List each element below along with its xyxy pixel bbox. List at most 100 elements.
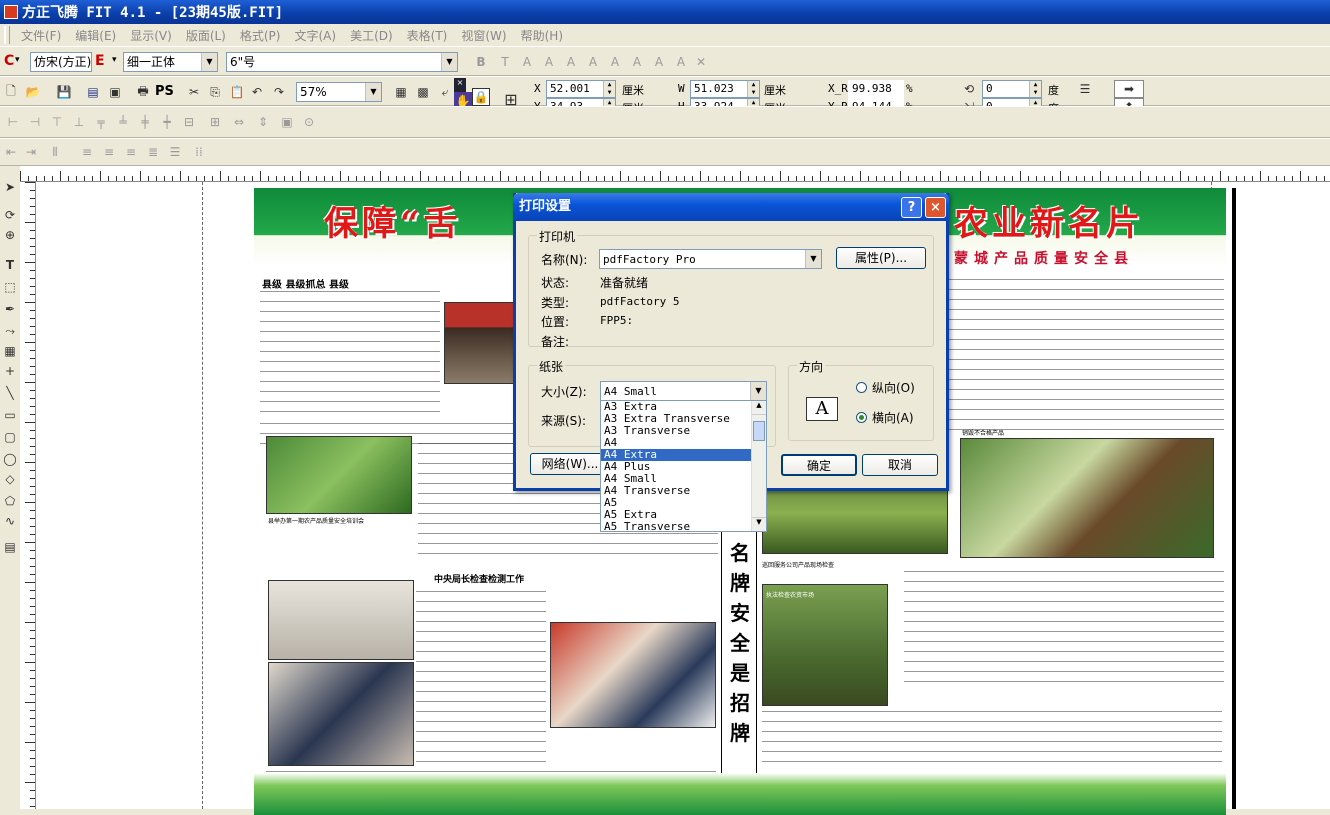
box-text-icon[interactable]: A: [672, 53, 690, 71]
menu-table[interactable]: 表格(T): [400, 27, 455, 44]
redo-icon[interactable]: ↷: [270, 83, 288, 101]
spinner-icon[interactable]: ▲▼: [603, 81, 615, 97]
subscript-icon[interactable]: A: [606, 53, 624, 71]
bold-icon[interactable]: B: [472, 53, 490, 71]
photo-lab[interactable]: [268, 580, 414, 660]
size-w-icon[interactable]: ⇔: [230, 113, 248, 131]
scroll-thumb[interactable]: [753, 421, 765, 441]
properties-button[interactable]: 属性(P)...: [836, 247, 926, 269]
lock-icon[interactable]: ⊙: [300, 113, 318, 131]
new-file-icon[interactable]: 🗋: [2, 83, 20, 101]
xr-field[interactable]: 99.938: [848, 80, 904, 98]
menu-help[interactable]: 帮助(H): [514, 27, 570, 44]
italic-icon[interactable]: T: [496, 53, 514, 71]
horizontal-ruler[interactable]: [20, 166, 1330, 182]
align-bottom-icon[interactable]: ╧: [114, 113, 132, 131]
anchor-lock-icon[interactable]: 🔒: [472, 88, 490, 106]
photo-destruction[interactable]: [960, 438, 1214, 558]
para-right-icon[interactable]: ≡: [100, 143, 118, 161]
group-icon[interactable]: ▣: [278, 113, 296, 131]
spinner-icon[interactable]: ▲▼: [747, 81, 759, 97]
para-left-icon[interactable]: ≡: [78, 143, 96, 161]
menu-layout[interactable]: 版面(L): [179, 27, 233, 44]
copy-icon[interactable]: ⎘: [206, 83, 224, 101]
portrait-radio[interactable]: [856, 382, 867, 393]
distribute-v-icon[interactable]: ┿: [158, 113, 176, 131]
cancel-button[interactable]: 取消: [862, 454, 938, 476]
rounded-rect-tool-icon[interactable]: ▢: [1, 428, 19, 446]
landscape-label[interactable]: 横向(A): [872, 409, 914, 426]
emphasis-icon[interactable]: A: [650, 53, 668, 71]
polygon-tool-icon[interactable]: ⬠: [1, 492, 19, 510]
help-button[interactable]: ?: [901, 197, 922, 218]
menu-text[interactable]: 文字(A): [287, 27, 343, 44]
align-icon[interactable]: ☰: [1076, 80, 1094, 98]
menu-window[interactable]: 视窗(W): [454, 27, 513, 44]
para-grid-icon[interactable]: ⁞⁞: [190, 143, 208, 161]
space-v-icon[interactable]: ⊞: [206, 113, 224, 131]
grid-icon[interactable]: ▦: [392, 83, 410, 101]
x-field[interactable]: 52.001 ▲ ▼: [546, 80, 616, 98]
w-field[interactable]: 51.023 ▲ ▼: [690, 80, 760, 98]
menu-art[interactable]: 美工(D): [343, 27, 400, 44]
chinese-font-select[interactable]: 仿宋(方正): [30, 52, 92, 72]
photo-field-check[interactable]: [762, 584, 888, 706]
vertical-ruler[interactable]: [20, 182, 36, 809]
paper-size-dropdown-list[interactable]: A3 Extra A3 Extra Transverse A3 Transverse…: [600, 400, 767, 532]
font-size-select[interactable]: 6"号 ▼: [226, 52, 458, 72]
outline-icon[interactable]: A: [518, 53, 536, 71]
select-arrow-icon[interactable]: ➤: [1, 178, 19, 196]
zoom-tool-icon[interactable]: ⊕: [1, 226, 19, 244]
dropdown-arrow-icon[interactable]: ▼: [750, 382, 766, 400]
outdent-icon[interactable]: ⇥: [22, 143, 40, 161]
table-tool-icon[interactable]: ▦: [1, 342, 19, 360]
dropdown-arrow-icon[interactable]: ▼: [441, 53, 457, 71]
photo-inspection[interactable]: [550, 622, 716, 728]
line-tool-icon[interactable]: ╲: [1, 384, 19, 402]
align-center-icon[interactable]: ⊣: [26, 113, 44, 131]
print-setup-dialog[interactable]: 打印设置 ? × 打印机 名称(N): pdfFactory Pro ▼ 属性(P…: [513, 193, 949, 532]
link-tool-icon[interactable]: ⬚: [1, 278, 19, 296]
clear-format-icon[interactable]: ✕: [692, 53, 710, 71]
english-font-select[interactable]: 细一正体 ▼: [123, 52, 218, 72]
cut-icon[interactable]: ✂: [185, 83, 203, 101]
align-top-icon[interactable]: ⊥: [70, 113, 88, 131]
underline-icon[interactable]: A: [628, 53, 646, 71]
para-distribute-icon[interactable]: ☰: [166, 143, 184, 161]
chevron-down-icon[interactable]: ▾: [112, 55, 117, 65]
ps-output-button[interactable]: PS: [155, 84, 174, 99]
rotate-field[interactable]: 0 ▲ ▼: [982, 80, 1042, 98]
crosshair-icon[interactable]: +: [1, 362, 19, 380]
menu-view[interactable]: 显示(V): [123, 27, 179, 44]
list-scrollbar[interactable]: ▲ ▼: [751, 401, 766, 531]
photo-tea-field[interactable]: [266, 436, 412, 514]
distribute-h-icon[interactable]: ╪: [136, 113, 154, 131]
shadow-icon[interactable]: A: [540, 53, 558, 71]
align-middle-icon[interactable]: ╤: [92, 113, 110, 131]
menu-format[interactable]: 格式(P): [233, 27, 288, 44]
size-h-icon[interactable]: ⇕: [254, 113, 272, 131]
close-button[interactable]: ×: [925, 197, 946, 218]
chevron-down-icon[interactable]: ▾: [15, 55, 20, 65]
print-icon[interactable]: 🖶: [134, 83, 152, 101]
rotate-tool-icon[interactable]: ⟳: [1, 206, 19, 224]
image-import-icon[interactable]: ▣: [106, 83, 124, 101]
undo-icon[interactable]: ↶: [248, 83, 266, 101]
table-grid-icon[interactable]: ▤: [1, 538, 19, 556]
align-left-icon[interactable]: ⊢: [4, 113, 22, 131]
pen-tool-icon[interactable]: ✒: [1, 300, 19, 318]
dropdown-arrow-icon[interactable]: ▼: [201, 53, 217, 71]
ok-button[interactable]: 确定: [781, 454, 857, 476]
text-import-icon[interactable]: ▤: [84, 83, 102, 101]
rectangle-tool-icon[interactable]: ▭: [1, 406, 19, 424]
space-h-icon[interactable]: ⊟: [180, 113, 198, 131]
paper-size-option[interactable]: A5 Transverse: [601, 521, 766, 532]
para-center-icon[interactable]: ≡: [122, 143, 140, 161]
align-right-icon[interactable]: ⊤: [48, 113, 66, 131]
scroll-down-icon[interactable]: ▼: [752, 517, 766, 531]
freehand-tool-icon[interactable]: ∿: [1, 512, 19, 530]
spinner-icon[interactable]: ▲▼: [1029, 81, 1041, 97]
portrait-label[interactable]: 纵向(O): [872, 379, 915, 396]
para-justify-icon[interactable]: ≣: [144, 143, 162, 161]
zoom-select[interactable]: 57% ▼: [296, 82, 382, 102]
